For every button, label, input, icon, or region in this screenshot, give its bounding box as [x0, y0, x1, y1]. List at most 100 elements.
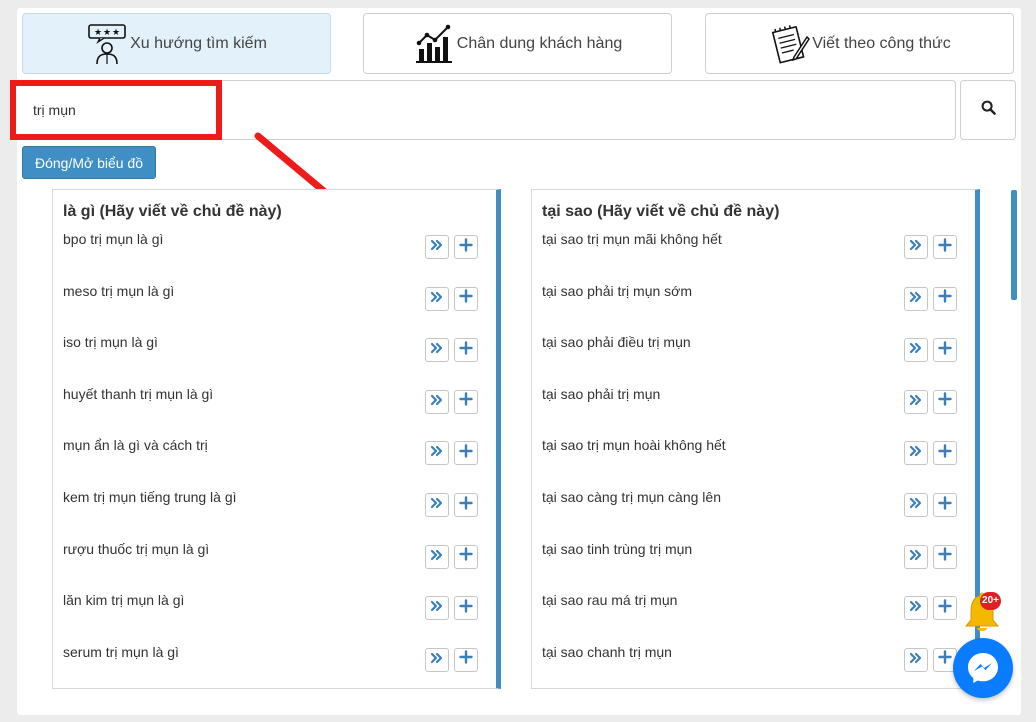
add-keyword-button[interactable]	[933, 235, 957, 259]
keyword-text[interactable]: tại sao càng trị mụn càng lên	[542, 489, 721, 505]
keyword-row: tại sao rau má trị mụn	[532, 592, 975, 632]
plus-icon	[938, 495, 952, 515]
add-keyword-button[interactable]	[933, 286, 957, 311]
add-keyword-button[interactable]	[454, 493, 478, 517]
keyword-row: kem trị mụn tiếng trung là gì	[53, 489, 496, 529]
tab-customer-portrait[interactable]: Chân dung khách hàng	[363, 13, 672, 74]
expand-keyword-button[interactable]	[425, 493, 449, 517]
keyword-text[interactable]: tại sao trị mụn mãi không hết	[542, 231, 722, 247]
expand-keyword-button[interactable]	[425, 338, 449, 363]
add-keyword-button[interactable]	[454, 286, 478, 311]
keyword-text[interactable]: tại sao rau má trị mụn	[542, 592, 677, 608]
tab-search-trends[interactable]: ★ ★ ★ Xu hướng tìm kiếm	[22, 13, 331, 74]
add-keyword-button[interactable]	[933, 389, 957, 414]
keyword-row: bpo trị mụn là gì	[53, 231, 496, 271]
plus-icon	[938, 392, 952, 411]
add-keyword-button[interactable]	[933, 596, 957, 621]
double-chevron-right-icon	[909, 393, 923, 411]
search-input[interactable]	[10, 80, 956, 140]
keyword-row: iso trị mụn là gì	[53, 334, 496, 374]
double-chevron-right-icon	[909, 651, 923, 669]
keyword-text[interactable]: serum trị mụn là gì	[63, 644, 179, 660]
expand-keyword-button[interactable]	[425, 235, 449, 259]
keyword-row: mụn ẩn là gì và cách trị	[53, 437, 496, 477]
keyword-text[interactable]: meso trị mụn là gì	[63, 283, 174, 299]
plus-icon	[459, 289, 473, 308]
tab-label: Xu hướng tìm kiếm	[130, 34, 267, 52]
double-chevron-right-icon	[430, 238, 444, 256]
plus-icon	[459, 598, 473, 618]
expand-keyword-button[interactable]	[425, 389, 449, 414]
keyword-card-why: tại sao (Hãy viết về chủ đề này) tại sao…	[531, 189, 980, 689]
expand-keyword-button[interactable]	[425, 544, 449, 569]
add-keyword-button[interactable]	[454, 544, 478, 569]
expand-keyword-button[interactable]	[904, 544, 928, 569]
expand-keyword-button[interactable]	[904, 493, 928, 517]
keyword-text[interactable]: rượu thuốc trị mụn là gì	[63, 541, 209, 557]
keyword-text[interactable]: lăn kim trị mụn là gì	[63, 592, 184, 608]
keyword-text[interactable]: bpo trị mụn là gì	[63, 231, 163, 247]
double-chevron-right-icon	[909, 548, 923, 566]
keyword-card-what-is: là gì (Hãy viết về chủ đề này) bpo trị m…	[52, 189, 501, 689]
keyword-row: lăn kim trị mụn là gì	[53, 592, 496, 632]
add-keyword-button[interactable]	[933, 544, 957, 569]
add-keyword-button[interactable]	[933, 493, 957, 517]
expand-keyword-button[interactable]	[425, 647, 449, 672]
search-button[interactable]	[960, 80, 1016, 140]
plus-icon	[459, 340, 473, 360]
keyword-text[interactable]: huyết thanh trị mụn là gì	[63, 386, 213, 402]
keyword-row: tại sao càng trị mụn càng lên	[532, 489, 975, 529]
double-chevron-right-icon	[909, 238, 923, 256]
keyword-text[interactable]: tại sao phải điều trị mụn	[542, 334, 691, 350]
add-keyword-button[interactable]	[454, 235, 478, 259]
keyword-row: meso trị mụn là gì	[53, 283, 496, 323]
keyword-text[interactable]: mụn ẩn là gì và cách trị	[63, 437, 208, 453]
keyword-row: tại sao phải trị mụn	[532, 386, 975, 426]
expand-keyword-button[interactable]	[904, 441, 928, 466]
double-chevron-right-icon	[430, 599, 444, 617]
keyword-text[interactable]: tại sao chanh trị mụn	[542, 644, 672, 660]
expand-keyword-button[interactable]	[904, 286, 928, 311]
svg-text:★: ★	[94, 28, 102, 38]
keyword-text[interactable]: tại sao phải trị mụn	[542, 386, 660, 402]
add-keyword-button[interactable]	[454, 338, 478, 363]
add-keyword-button[interactable]	[933, 338, 957, 363]
keyword-row: tại sao tinh trùng trị mụn	[532, 541, 975, 581]
messenger-button[interactable]	[953, 638, 1013, 698]
keyword-text[interactable]: kem trị mụn tiếng trung là gì	[63, 489, 237, 505]
expand-keyword-button[interactable]	[904, 389, 928, 414]
expand-keyword-button[interactable]	[904, 647, 928, 672]
expand-keyword-button[interactable]	[904, 235, 928, 259]
keyword-row: rượu thuốc trị mụn là gì	[53, 541, 496, 581]
expand-keyword-button[interactable]	[904, 338, 928, 363]
expand-keyword-button[interactable]	[425, 441, 449, 466]
expand-keyword-button[interactable]	[904, 596, 928, 621]
tab-formula-writing[interactable]: Viết theo công thức	[705, 13, 1014, 74]
toggle-chart-button[interactable]: Đóng/Mở biểu đồ	[22, 146, 156, 179]
plus-icon	[938, 237, 952, 257]
keyword-row: tại sao phải trị mụn sớm	[532, 283, 975, 323]
scrollbar-thumb[interactable]	[1011, 190, 1017, 300]
add-keyword-button[interactable]	[454, 441, 478, 466]
plus-icon	[938, 340, 952, 360]
keyword-row: tại sao phải điều trị mụn	[532, 334, 975, 374]
expand-keyword-button[interactable]	[425, 286, 449, 311]
keyword-row: tại sao trị mụn mãi không hết	[532, 231, 975, 271]
keyword-text[interactable]: tại sao trị mụn hoài không hết	[542, 437, 726, 453]
add-keyword-button[interactable]	[933, 441, 957, 466]
rating-person-icon: ★ ★ ★	[86, 23, 128, 65]
expand-keyword-button[interactable]	[425, 596, 449, 621]
add-keyword-button[interactable]	[454, 389, 478, 414]
keyword-text[interactable]: tại sao phải trị mụn sớm	[542, 283, 692, 299]
notification-badge: 20+	[980, 592, 1001, 610]
add-keyword-button[interactable]	[454, 596, 478, 621]
plus-icon	[459, 547, 473, 566]
plus-icon	[459, 444, 473, 463]
keyword-text[interactable]: tại sao tinh trùng trị mụn	[542, 541, 692, 557]
keyword-row: huyết thanh trị mụn là gì	[53, 386, 496, 426]
search-icon	[981, 100, 996, 120]
add-keyword-button[interactable]	[454, 647, 478, 672]
svg-text:★: ★	[103, 28, 111, 38]
plus-icon	[938, 650, 952, 669]
keyword-text[interactable]: iso trị mụn là gì	[63, 334, 158, 350]
